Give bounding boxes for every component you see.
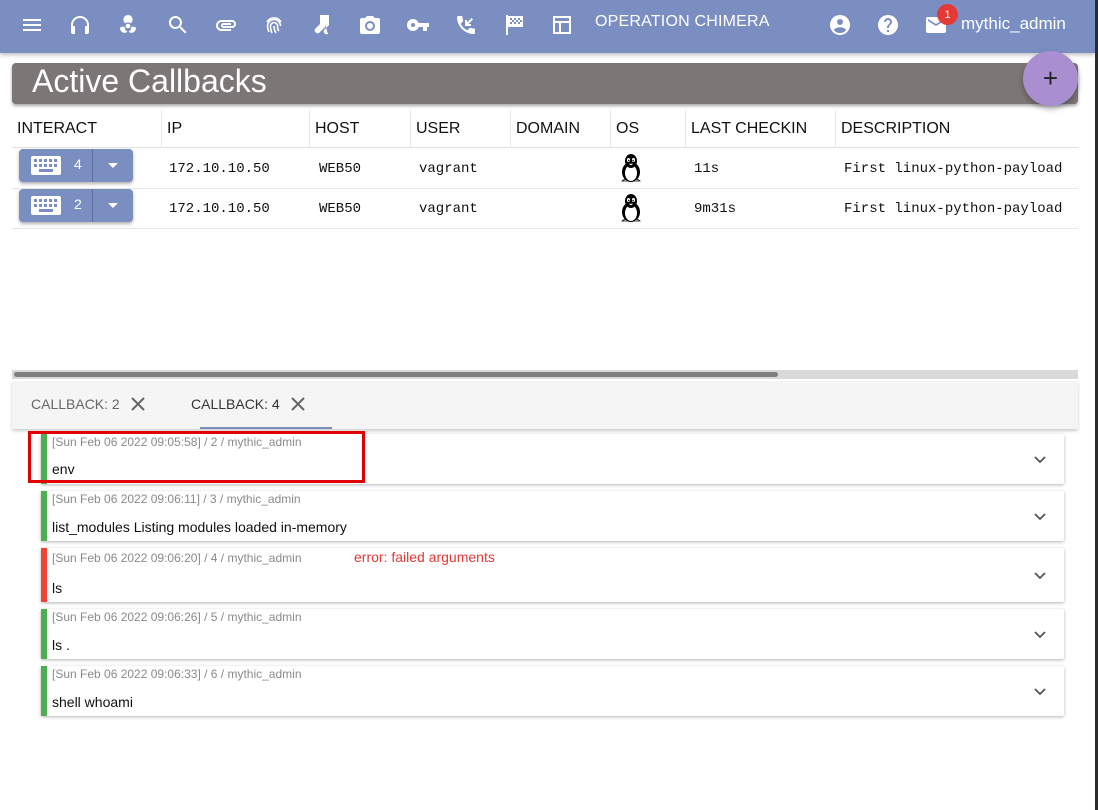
expand-more-icon[interactable] xyxy=(1034,456,1046,464)
task-command: ls . xyxy=(52,637,70,653)
socks-icon[interactable] xyxy=(309,12,335,38)
expand-more-icon[interactable] xyxy=(1034,631,1046,639)
description-cell: First linux-python-payload xyxy=(844,161,1063,177)
table-layout-icon[interactable] xyxy=(549,12,575,38)
key-icon[interactable] xyxy=(405,12,431,38)
task-meta: [Sun Feb 06 2022 09:06:11] / 3 / mythic_… xyxy=(52,492,301,506)
last-checkin-cell: 11s xyxy=(694,161,720,177)
task-card[interactable]: [Sun Feb 06 2022 09:06:26] / 5 / mythic_… xyxy=(41,609,1064,659)
plus-icon: + xyxy=(1042,63,1059,93)
account-circle-icon[interactable] xyxy=(827,12,853,38)
expand-more-icon[interactable] xyxy=(1034,513,1046,521)
column-header-user[interactable]: USER xyxy=(411,110,511,148)
top-app-bar: OPERATION CHIMERA 1 mythic_admin xyxy=(0,0,1095,53)
keyboard-icon xyxy=(31,156,61,175)
task-card[interactable]: [Sun Feb 06 2022 09:06:20] / 4 / mythic_… xyxy=(41,548,1064,602)
task-card[interactable]: [Sun Feb 06 2022 09:06:33] / 6 / mythic_… xyxy=(41,666,1064,716)
last-checkin-cell: 9m31s xyxy=(694,201,737,217)
phone-callback-icon[interactable] xyxy=(453,12,479,38)
task-command: shell whoami xyxy=(52,694,133,710)
status-stripe-error xyxy=(41,548,47,602)
column-header-interact[interactable]: INTERACT xyxy=(12,110,162,148)
tab-label: CALLBACK: 4 xyxy=(191,396,280,412)
search-icon[interactable] xyxy=(165,12,191,38)
tab-callback-4[interactable]: CALLBACK: 4 xyxy=(172,381,332,429)
notification-badge: 1 xyxy=(937,4,958,25)
status-stripe-success xyxy=(41,491,47,541)
task-meta: [Sun Feb 06 2022 09:06:26] / 5 / mythic_… xyxy=(52,610,302,624)
active-tab-indicator xyxy=(200,427,332,429)
column-header-host[interactable]: HOST xyxy=(310,110,411,148)
biohazard-icon[interactable] xyxy=(115,12,141,38)
caret-down-icon xyxy=(108,163,118,168)
headphones-icon[interactable] xyxy=(67,12,93,38)
host-cell: WEB50 xyxy=(319,201,362,217)
camera-icon[interactable] xyxy=(357,12,383,38)
column-header-last-checkin[interactable]: LAST CHECKIN xyxy=(686,110,836,148)
page-header: Active Callbacks xyxy=(12,63,1078,104)
column-header-os[interactable]: OS xyxy=(611,110,686,148)
scrollbar-thumb[interactable] xyxy=(14,372,778,377)
table-row: 4 172.10.10.50 WEB50 vagrant 11s First l… xyxy=(12,149,1078,189)
tab-label: CALLBACK: 2 xyxy=(31,396,120,412)
table-row: 2 172.10.10.50 WEB50 vagrant 9m31s First xyxy=(12,189,1078,229)
column-header-ip[interactable]: IP xyxy=(162,110,310,148)
menu-icon[interactable] xyxy=(19,12,45,38)
expand-more-icon[interactable] xyxy=(1034,688,1046,696)
task-card[interactable]: [Sun Feb 06 2022 09:06:11] / 3 / mythic_… xyxy=(41,491,1064,541)
operation-name[interactable]: OPERATION CHIMERA xyxy=(595,13,770,31)
annotation-highlight-box xyxy=(28,431,365,483)
fingerprint-icon[interactable] xyxy=(261,12,287,38)
table-header: INTERACT IP HOST USER DOMAIN OS LAST CHE… xyxy=(12,110,1078,148)
expand-more-icon[interactable] xyxy=(1034,572,1046,580)
user-cell: vagrant xyxy=(419,201,478,217)
interact-button[interactable]: 4 xyxy=(19,149,92,182)
linux-tux-icon xyxy=(621,194,641,222)
task-error: error: failed arguments xyxy=(354,549,495,565)
host-cell: WEB50 xyxy=(319,161,362,177)
column-header-domain[interactable]: DOMAIN xyxy=(511,110,611,148)
close-icon[interactable] xyxy=(289,395,307,413)
column-header-description[interactable]: DESCRIPTION xyxy=(836,110,1078,148)
interact-button-group: 4 xyxy=(19,149,133,182)
task-meta: [Sun Feb 06 2022 09:06:20] / 4 / mythic_… xyxy=(52,551,302,565)
add-button[interactable]: + xyxy=(1023,51,1078,106)
caret-down-icon xyxy=(108,203,118,208)
interact-button-group: 2 xyxy=(19,189,133,222)
description-cell: First linux-python-payload xyxy=(844,201,1063,217)
horizontal-scrollbar[interactable] xyxy=(12,370,1078,379)
interact-button[interactable]: 2 xyxy=(19,189,92,222)
help-icon[interactable] xyxy=(875,12,901,38)
status-stripe-success xyxy=(41,666,47,716)
user-cell: vagrant xyxy=(419,161,478,177)
close-icon[interactable] xyxy=(129,395,147,413)
username-label[interactable]: mythic_admin xyxy=(961,14,1066,34)
task-command: list_modules Listing modules loaded in-m… xyxy=(52,519,347,535)
keyboard-icon xyxy=(31,196,61,215)
callback-tabs: CALLBACK: 2 CALLBACK: 4 xyxy=(12,381,1078,429)
interact-dropdown-button[interactable] xyxy=(92,149,133,182)
task-command: ls xyxy=(52,580,63,596)
callback-id: 2 xyxy=(74,196,82,212)
page-title: Active Callbacks xyxy=(32,63,267,99)
linux-tux-icon xyxy=(621,154,641,182)
checkered-flag-icon[interactable] xyxy=(501,12,527,38)
ip-cell: 172.10.10.50 xyxy=(169,201,270,217)
tab-callback-2[interactable]: CALLBACK: 2 xyxy=(12,381,172,429)
attachment-icon[interactable] xyxy=(213,12,239,38)
task-meta: [Sun Feb 06 2022 09:06:33] / 6 / mythic_… xyxy=(52,667,302,681)
ip-cell: 172.10.10.50 xyxy=(169,161,270,177)
callback-id: 4 xyxy=(74,156,82,172)
interact-dropdown-button[interactable] xyxy=(92,189,133,222)
app-window: OPERATION CHIMERA 1 mythic_admin Active … xyxy=(0,0,1098,810)
status-stripe-success xyxy=(41,609,47,659)
